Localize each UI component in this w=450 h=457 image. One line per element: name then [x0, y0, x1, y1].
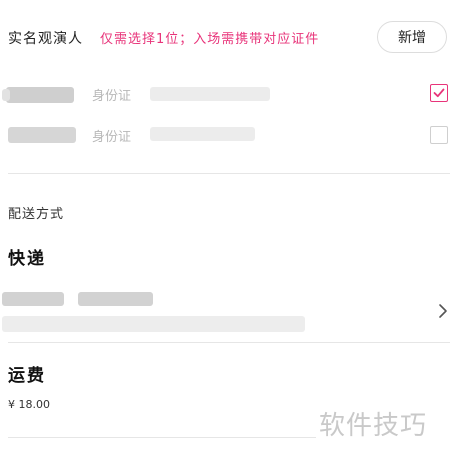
watermark-text: 软件技巧	[319, 411, 428, 441]
attendee-checkbox-2[interactable]	[430, 126, 448, 144]
attendee-row-2[interactable]: 身份证	[0, 113, 450, 157]
delivery-method: 快递	[8, 249, 46, 269]
check-icon	[433, 88, 445, 98]
section-divider	[8, 342, 450, 343]
address-row[interactable]	[0, 284, 450, 340]
attendee-row-1[interactable]: 身份证	[0, 72, 450, 116]
section-divider	[8, 173, 450, 174]
id-type-label: 身份证	[92, 89, 132, 104]
attendee-name-redacted	[6, 87, 74, 103]
attendee-checkbox-1[interactable]	[430, 84, 448, 102]
attendee-name-redacted-edge	[2, 89, 10, 101]
add-attendee-button[interactable]: 新增	[377, 21, 447, 53]
shipping-label: 运费	[8, 366, 46, 386]
chevron-right-icon[interactable]	[438, 303, 448, 319]
attendee-name-redacted	[8, 127, 76, 143]
recipient-phone-redacted	[78, 292, 153, 306]
bottom-divider	[8, 437, 316, 438]
delivery-section-title: 配送方式	[8, 207, 65, 222]
address-redacted	[2, 316, 305, 332]
shipping-fee: ¥ 18.00	[8, 398, 50, 411]
id-number-redacted	[150, 87, 270, 101]
attendee-section-title: 实名观演人	[8, 31, 83, 47]
attendee-hint-text: 仅需选择1位；入场需携带对应证件	[100, 32, 320, 47]
id-number-redacted	[150, 127, 255, 141]
id-type-label: 身份证	[92, 130, 132, 145]
recipient-name-redacted	[2, 292, 64, 306]
